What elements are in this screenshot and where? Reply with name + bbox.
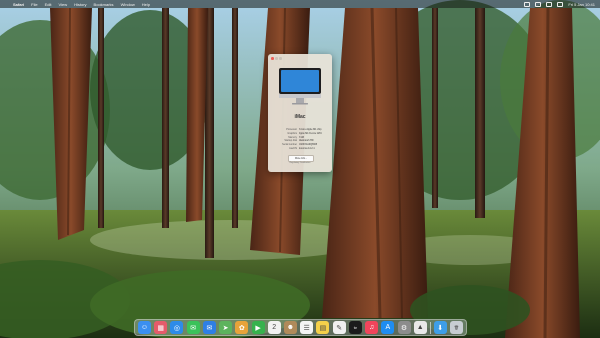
dock-tv-icon[interactable]: tv xyxy=(348,321,362,334)
imac-icon xyxy=(279,68,321,105)
menu-view[interactable]: View xyxy=(58,2,67,7)
menu-clock[interactable]: Fri 5 Jan 10:41 xyxy=(568,2,595,7)
spec-key: macOS xyxy=(289,146,297,150)
spec-row: macOS Sonoma 14.2.1 xyxy=(272,147,328,151)
dock: ☺ ▦ ◎ ✉ ✉ ➤ ✿ ▶ 2 ☻ ☰ ▤ ✎ tv ♫ A ⚙ ▲ ⬇ 🗑 xyxy=(134,319,467,336)
menu-app-name[interactable]: Safari xyxy=(13,2,24,7)
window-controls xyxy=(271,57,282,60)
search-icon[interactable] xyxy=(546,1,553,7)
menu-file[interactable]: File xyxy=(31,2,37,7)
dock-contacts-icon[interactable]: ☻ xyxy=(283,321,297,334)
more-info-button[interactable]: More Info... xyxy=(288,155,314,162)
menu-window[interactable]: Window xyxy=(121,2,135,7)
dock-safari-icon[interactable]: ◎ xyxy=(170,321,184,334)
menu-help[interactable]: Help xyxy=(142,2,150,7)
menu-bar: Safari File Edit View History Bookmarks … xyxy=(0,0,600,8)
dock-facetime-icon[interactable]: ▶ xyxy=(251,321,265,334)
dock-freeform-icon[interactable]: ✎ xyxy=(332,321,346,334)
dock-notes-icon[interactable]: ▤ xyxy=(316,321,330,334)
close-button[interactable] xyxy=(271,57,274,60)
dock-messages-icon[interactable]: ✉ xyxy=(186,321,200,334)
dock-reminders-icon[interactable]: ☰ xyxy=(300,321,314,334)
dock-downloads-icon[interactable]: ⬇ xyxy=(433,321,447,334)
dock-preview-icon[interactable]: ▲ xyxy=(413,321,427,334)
dock-photos-icon[interactable]: ✿ xyxy=(235,321,249,334)
dock-app-store-icon[interactable]: A xyxy=(381,321,395,334)
menu-history[interactable]: History xyxy=(74,2,86,7)
menu-bookmarks[interactable]: Bookmarks xyxy=(94,2,114,7)
spec-value: Sonoma 14.2.1 xyxy=(298,146,315,150)
zoom-button[interactable] xyxy=(279,57,282,60)
dock-trash-icon[interactable]: 🗑 xyxy=(449,321,463,334)
spec-list: Processor 8-Core Apple M1 chip Graphics Ap… xyxy=(272,128,328,151)
battery-icon[interactable] xyxy=(524,1,531,7)
dock-separator xyxy=(429,321,431,334)
about-this-mac-window: iMac Processor 8-Core Apple M1 chip Graph… xyxy=(268,54,332,172)
control-center-icon[interactable] xyxy=(557,1,564,7)
wifi-icon[interactable] xyxy=(535,1,542,7)
dock-finder-icon[interactable]: ☺ xyxy=(138,321,151,334)
dock-launchpad-icon[interactable]: ▦ xyxy=(154,321,168,334)
menu-edit[interactable]: Edit xyxy=(45,2,52,7)
dock-calendar-icon[interactable]: 2 xyxy=(267,321,281,334)
dock-system-settings-icon[interactable]: ⚙ xyxy=(397,321,411,334)
minimize-button[interactable] xyxy=(275,57,278,60)
dock-mail-icon[interactable]: ✉ xyxy=(202,321,216,334)
regulatory-link[interactable]: Regulatory Certification xyxy=(268,162,332,164)
dock-maps-icon[interactable]: ➤ xyxy=(219,321,233,334)
dock-music-icon[interactable]: ♫ xyxy=(365,321,379,334)
device-title: iMac xyxy=(294,114,306,120)
